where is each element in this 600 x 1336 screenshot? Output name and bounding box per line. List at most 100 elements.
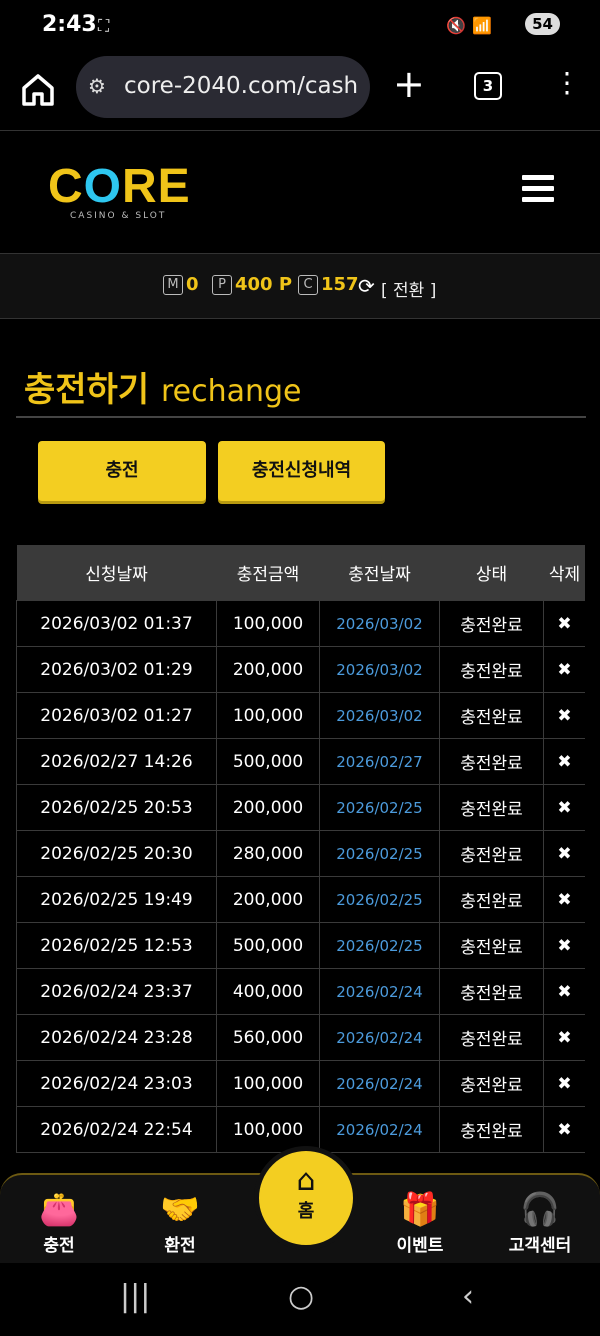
cell-status: 충전완료 <box>439 738 544 785</box>
cell-amount: 560,000 <box>216 1014 320 1061</box>
new-tab-icon[interactable]: + <box>393 64 425 104</box>
page-title: 충전하기 rechange <box>24 362 302 411</box>
cell-request-date: 2026/02/24 22:54 <box>16 1106 217 1153</box>
cell-status: 충전완료 <box>439 922 544 969</box>
charge-history-tab-button[interactable]: 충전신청내역 <box>218 441 385 501</box>
table-row: 2026/02/24 23:03 100,000 2026/02/24 충전완료 ✖ <box>16 1060 585 1107</box>
delete-icon[interactable]: ✖ <box>543 692 585 739</box>
cell-amount: 280,000 <box>216 830 320 877</box>
cell-status: 충전완료 <box>439 876 544 923</box>
table-row: 2026/02/25 20:53 200,000 2026/02/25 충전완료 ✖ <box>16 784 585 831</box>
cell-amount: 100,000 <box>216 600 320 647</box>
hamburger-menu-icon[interactable] <box>522 175 554 208</box>
delete-icon[interactable]: ✖ <box>543 968 585 1015</box>
cell-charge-date: 2026/02/24 <box>319 1060 440 1107</box>
page-title-en: rechange <box>160 374 302 409</box>
delete-icon[interactable]: ✖ <box>543 646 585 693</box>
nav-exchange[interactable]: 🤝 환전 <box>135 1187 225 1256</box>
cell-request-date: 2026/03/02 01:37 <box>16 600 217 647</box>
header-status: 상태 <box>439 545 544 601</box>
site-settings-icon[interactable]: ⚙ <box>88 74 106 98</box>
home-heart-icon: ⌂ <box>296 1163 316 1198</box>
point-balance: P 400 P <box>212 274 292 295</box>
table-row: 2026/02/24 23:28 560,000 2026/02/24 충전완료 ✖ <box>16 1014 585 1061</box>
table-row: 2026/03/02 01:29 200,000 2026/03/02 충전완료 ✖ <box>16 646 585 693</box>
cell-charge-date: 2026/02/24 <box>319 1106 440 1153</box>
cell-request-date: 2026/03/02 01:27 <box>16 692 217 739</box>
delete-icon[interactable]: ✖ <box>543 1014 585 1061</box>
cell-request-date: 2026/02/25 20:53 <box>16 784 217 831</box>
header-charge-date: 충전날짜 <box>319 545 440 601</box>
charge-tab-button[interactable]: 충전 <box>38 441 206 501</box>
cell-request-date: 2026/02/24 23:28 <box>16 1014 217 1061</box>
title-divider <box>16 416 586 418</box>
cell-amount: 200,000 <box>216 876 320 923</box>
tab-switcher-button[interactable]: 3 <box>474 72 502 100</box>
cell-request-date: 2026/02/25 20:30 <box>16 830 217 877</box>
cell-request-date: 2026/02/24 23:03 <box>16 1060 217 1107</box>
status-bar: 2:43 ⛶ 🔇 📶 54 <box>0 0 600 52</box>
more-menu-icon[interactable]: ⋮ <box>553 68 581 98</box>
system-navigation-bar: ||| ○ ‹ <box>0 1263 600 1336</box>
delete-icon[interactable]: ✖ <box>543 600 585 647</box>
url-bar[interactable]: ⚙ core-2040.com/cash <box>76 56 370 118</box>
table-row: 2026/02/25 12:53 500,000 2026/02/25 충전완료 ✖ <box>16 922 585 969</box>
wifi-icon: 📶 <box>472 16 492 35</box>
casino-balance: C 157 <box>298 274 359 295</box>
logo-wordmark: CORE <box>48 160 191 213</box>
cell-request-date: 2026/03/02 01:29 <box>16 646 217 693</box>
browser-toolbar: ⚙ core-2040.com/cash + 3 ⋮ <box>0 52 600 131</box>
battery-indicator: 54 <box>525 13 560 35</box>
point-icon: P <box>212 275 232 295</box>
nav-home-button[interactable]: ⌂ 홈 <box>254 1146 358 1250</box>
delete-icon[interactable]: ✖ <box>543 1106 585 1153</box>
site-logo[interactable]: CORE CASINO & SLOT <box>48 160 191 222</box>
cell-status: 충전완료 <box>439 1060 544 1107</box>
cell-charge-date: 2026/02/24 <box>319 1014 440 1061</box>
site-header: CORE CASINO & SLOT <box>0 131 600 254</box>
cell-amount: 100,000 <box>216 1060 320 1107</box>
home-icon[interactable] <box>18 70 58 110</box>
header-delete: 삭제 <box>543 545 585 601</box>
cell-status: 충전완료 <box>439 1014 544 1061</box>
delete-icon[interactable]: ✖ <box>543 738 585 785</box>
nav-event[interactable]: 🎁 이벤트 <box>375 1187 465 1256</box>
cell-status: 충전완료 <box>439 646 544 693</box>
cell-amount: 400,000 <box>216 968 320 1015</box>
delete-icon[interactable]: ✖ <box>543 784 585 831</box>
cell-request-date: 2026/02/25 12:53 <box>16 922 217 969</box>
table-row: 2026/03/02 01:37 100,000 2026/03/02 충전완료 ✖ <box>16 600 585 647</box>
cell-status: 충전완료 <box>439 1106 544 1153</box>
delete-icon[interactable]: ✖ <box>543 876 585 923</box>
headset-icon: 🎧 <box>520 1190 560 1228</box>
table-row: 2026/02/24 23:37 400,000 2026/02/24 충전완료 ✖ <box>16 968 585 1015</box>
recents-icon[interactable]: ||| <box>120 1279 150 1314</box>
table-row: 2026/02/27 14:26 500,000 2026/02/27 충전완료 ✖ <box>16 738 585 785</box>
mute-icon: 🔇 <box>446 16 466 35</box>
refresh-icon[interactable]: ⟳ <box>358 274 375 298</box>
system-home-icon[interactable]: ○ <box>288 1279 314 1314</box>
nav-charge[interactable]: 👛 충전 <box>14 1187 104 1256</box>
delete-icon[interactable]: ✖ <box>543 1060 585 1107</box>
cell-request-date: 2026/02/27 14:26 <box>16 738 217 785</box>
cell-status: 충전완료 <box>439 600 544 647</box>
status-time: 2:43 <box>42 12 97 37</box>
table-row: 2026/03/02 01:27 100,000 2026/03/02 충전완료 ✖ <box>16 692 585 739</box>
cell-charge-date: 2026/02/25 <box>319 876 440 923</box>
table-header-row: 신청날짜 충전금액 충전날짜 상태 삭제 <box>16 545 585 601</box>
cell-amount: 100,000 <box>216 692 320 739</box>
back-icon[interactable]: ‹ <box>462 1279 474 1314</box>
header-request-date: 신청날짜 <box>16 545 217 601</box>
nav-support[interactable]: 🎧 고객센터 <box>495 1187 585 1256</box>
delete-icon[interactable]: ✖ <box>543 830 585 877</box>
cell-status: 충전완료 <box>439 968 544 1015</box>
header-amount: 충전금액 <box>216 545 320 601</box>
url-text: core-2040.com/cash <box>124 73 359 99</box>
table-row: 2026/02/25 20:30 280,000 2026/02/25 충전완료 ✖ <box>16 830 585 877</box>
cell-charge-date: 2026/02/25 <box>319 784 440 831</box>
cell-amount: 200,000 <box>216 784 320 831</box>
charge-history-table: 신청날짜 충전금액 충전날짜 상태 삭제 2026/03/02 01:37 100… <box>16 545 585 1173</box>
delete-icon[interactable]: ✖ <box>543 922 585 969</box>
switch-button[interactable]: [ 전환 ] <box>381 276 436 301</box>
cell-charge-date: 2026/03/02 <box>319 646 440 693</box>
